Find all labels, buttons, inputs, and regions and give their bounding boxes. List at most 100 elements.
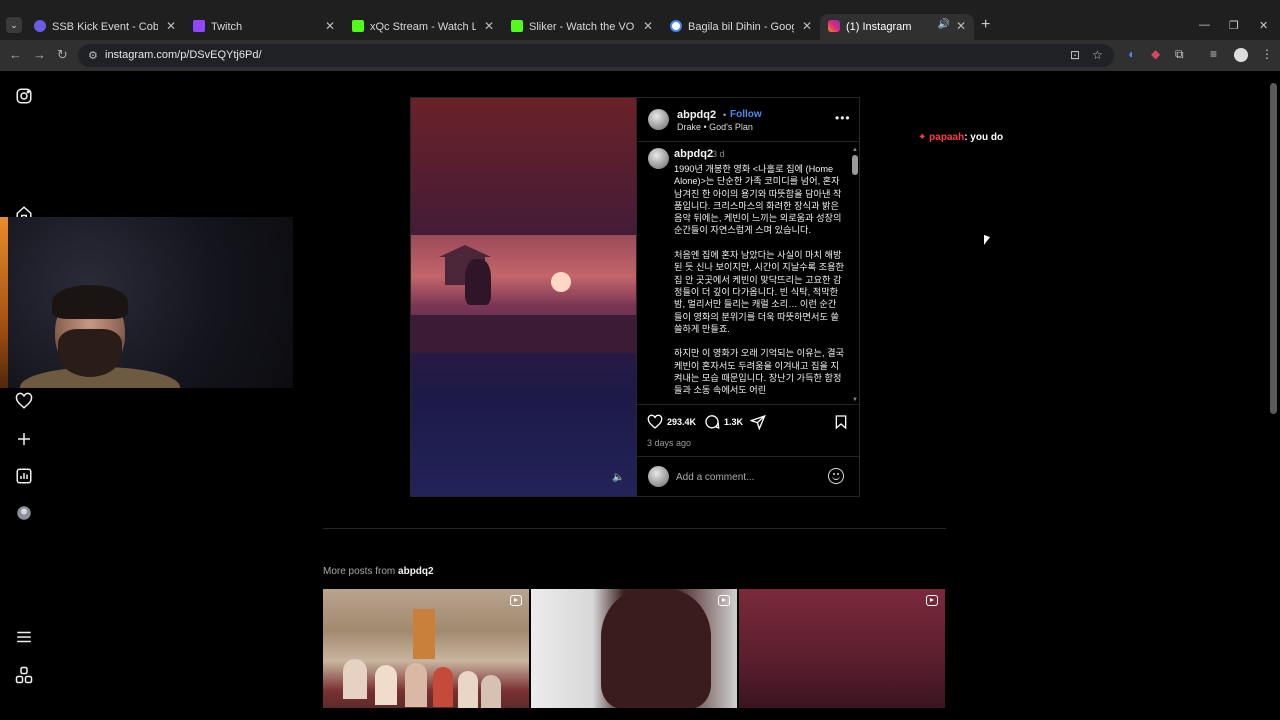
extension-icon[interactable]: ◆ [1151, 47, 1160, 61]
more-posts-heading: More posts from abpdq2 [323, 566, 434, 577]
comment-icon[interactable] [704, 414, 720, 433]
audio-track-link[interactable]: Drake • God's Plan [677, 122, 753, 132]
page-scrollbar[interactable] [1270, 83, 1277, 414]
comment-count[interactable]: 1.3K [724, 417, 743, 427]
more-posts-grid [323, 589, 946, 708]
tab-sliker-kick[interactable]: Sliker - Watch the VOD on Kick ✕ [503, 14, 661, 40]
post-thumbnail[interactable] [739, 589, 945, 708]
webcam-person-beard [58, 329, 122, 377]
address-bar[interactable]: ⚙ instagram.com/p/DSvEQYtj6Pd/ ⊡ ☆ [78, 44, 1114, 67]
post-thumbnail[interactable] [531, 589, 737, 708]
close-tab-icon[interactable]: ✕ [484, 19, 494, 33]
volume-icon[interactable]: 🔈 [612, 472, 624, 483]
close-tab-icon[interactable]: ✕ [643, 19, 653, 33]
tab-xqc-kick[interactable]: xQc Stream - Watch Live on Kick ✕ [344, 14, 502, 40]
emoji-icon[interactable] [828, 468, 844, 484]
instagram-logo-icon[interactable] [15, 87, 33, 105]
browser-toolbar: ← → ↻ ⚙ instagram.com/p/DSvEQYtj6Pd/ ⊡ ☆… [0, 40, 1280, 71]
reload-icon[interactable]: ↻ [57, 48, 68, 62]
post-sidebar: abpdq2 • Follow Drake • God's Plan ••• a… [636, 98, 860, 496]
comment-composer [637, 456, 860, 496]
caption-timestamp[interactable]: 3 d [712, 149, 725, 159]
section-divider [323, 528, 946, 529]
extensions-puzzle-icon[interactable]: ⧉ [1175, 47, 1184, 62]
url-text[interactable]: instagram.com/p/DSvEQYtj6Pd/ [105, 49, 262, 61]
post-card: 🔈 abpdq2 • Follow Drake • God's Plan •••… [410, 97, 860, 497]
reel-icon [510, 595, 522, 606]
caption-author-avatar[interactable] [648, 148, 669, 169]
like-count[interactable]: 293.4K [667, 417, 696, 427]
webcam-person-hair [52, 285, 128, 319]
bookmark-star-icon[interactable]: ☆ [1092, 48, 1103, 62]
author-avatar[interactable] [648, 109, 669, 130]
install-app-icon[interactable]: ⊡ [1070, 48, 1080, 62]
forward-icon[interactable]: → [33, 48, 46, 62]
post-thumbnail[interactable] [323, 589, 529, 708]
child-figure [481, 675, 501, 708]
mouse-cursor-icon [984, 234, 990, 248]
separator-dot: • [723, 110, 727, 120]
author-username[interactable]: abpdq2 [677, 109, 716, 121]
close-tab-icon[interactable]: ✕ [802, 19, 812, 33]
browser-menu-icon[interactable]: ⋮ [1261, 47, 1273, 61]
like-heart-icon[interactable] [647, 414, 663, 433]
reel-icon [926, 595, 938, 606]
site-info-icon[interactable]: ⚙ [88, 49, 98, 62]
kick-icon [511, 20, 523, 32]
post-date[interactable]: 3 days ago [647, 438, 691, 448]
caption-text: 1990년 개봉한 영화 <나홀로 집에 (Home Alone)>는 단순한 … [674, 163, 845, 404]
close-tab-icon[interactable]: ✕ [166, 19, 176, 33]
current-user-avatar [648, 466, 669, 487]
follow-button[interactable]: Follow [730, 109, 762, 120]
tab-list-icon[interactable]: ≡ [1210, 47, 1217, 61]
caption-paragraph: 하지만 이 영화가 오래 기억되는 이유는, 결국 케빈이 혼자서도 두려움을 … [674, 348, 845, 396]
post-video[interactable]: 🔈 [411, 98, 636, 496]
tab-search-menu-button[interactable]: ⌄ [6, 17, 22, 33]
extension-audio-icon[interactable]: ◖ [1127, 47, 1134, 61]
restore-icon[interactable]: ❐ [1229, 19, 1239, 32]
comment-input[interactable] [676, 469, 816, 485]
streamer-webcam [0, 217, 293, 388]
post-actions: 293.4K 1.3K 3 days ago [637, 406, 860, 448]
caption-author-username[interactable]: abpdq2 [674, 148, 713, 160]
more-menu-icon[interactable] [15, 628, 33, 646]
tab-title: Bagila bil Dihin - Google Search [688, 21, 794, 33]
more-options-icon[interactable]: ••• [835, 111, 851, 125]
close-tab-icon[interactable]: ✕ [325, 19, 335, 33]
tab-cobalt[interactable]: SSB Kick Event - Cobalt Studios ✕ [26, 14, 184, 40]
share-icon[interactable] [749, 414, 766, 433]
more-posts-username[interactable]: abpdq2 [398, 566, 434, 577]
tab-instagram[interactable]: (1) Instagram 🔊 ✕ [820, 14, 974, 40]
blurred-figure [601, 589, 711, 708]
new-tab-button[interactable]: + [981, 17, 990, 33]
scroll-down-icon[interactable]: ▼ [852, 397, 858, 403]
scroll-up-icon[interactable]: ▲ [852, 147, 858, 153]
post-header: abpdq2 • Follow Drake • God's Plan ••• [637, 98, 860, 142]
tab-title: SSB Kick Event - Cobalt Studios [52, 21, 158, 33]
profile-avatar-icon[interactable] [15, 504, 33, 522]
close-tab-icon[interactable]: ✕ [956, 19, 966, 33]
scrollbar-thumb[interactable] [852, 155, 858, 175]
dashboard-icon[interactable] [15, 467, 33, 485]
save-bookmark-icon[interactable] [833, 414, 849, 433]
caption-scrollbar[interactable]: ▲ ▼ [852, 147, 858, 404]
rooster-silhouette [465, 259, 491, 305]
window-close-icon[interactable]: ✕ [1259, 19, 1268, 32]
profile-avatar-icon[interactable] [1234, 48, 1248, 62]
video-frame [411, 235, 636, 353]
create-plus-icon[interactable] [15, 430, 33, 448]
google-icon [670, 20, 682, 32]
minimize-icon[interactable]: — [1199, 19, 1210, 31]
back-icon[interactable]: ← [9, 48, 22, 62]
caption-paragraph: 1990년 개봉한 영화 <나홀로 집에 (Home Alone)>는 단순한 … [674, 164, 842, 236]
post-caption: abpdq2 3 d 1990년 개봉한 영화 <나홀로 집에 (Home Al… [637, 143, 860, 405]
speaker-icon[interactable]: 🔊 [938, 19, 950, 30]
kick-icon [352, 20, 364, 32]
tab-google[interactable]: Bagila bil Dihin - Google Search ✕ [662, 14, 820, 40]
chat-badge-icon: ✦ [918, 132, 930, 143]
also-from-meta-icon[interactable] [15, 666, 33, 684]
tab-twitch[interactable]: Twitch ✕ [185, 14, 343, 40]
instagram-page: 🔈 abpdq2 • Follow Drake • God's Plan •••… [0, 71, 1280, 708]
reel-icon [718, 595, 730, 606]
notifications-heart-icon[interactable] [15, 392, 33, 410]
